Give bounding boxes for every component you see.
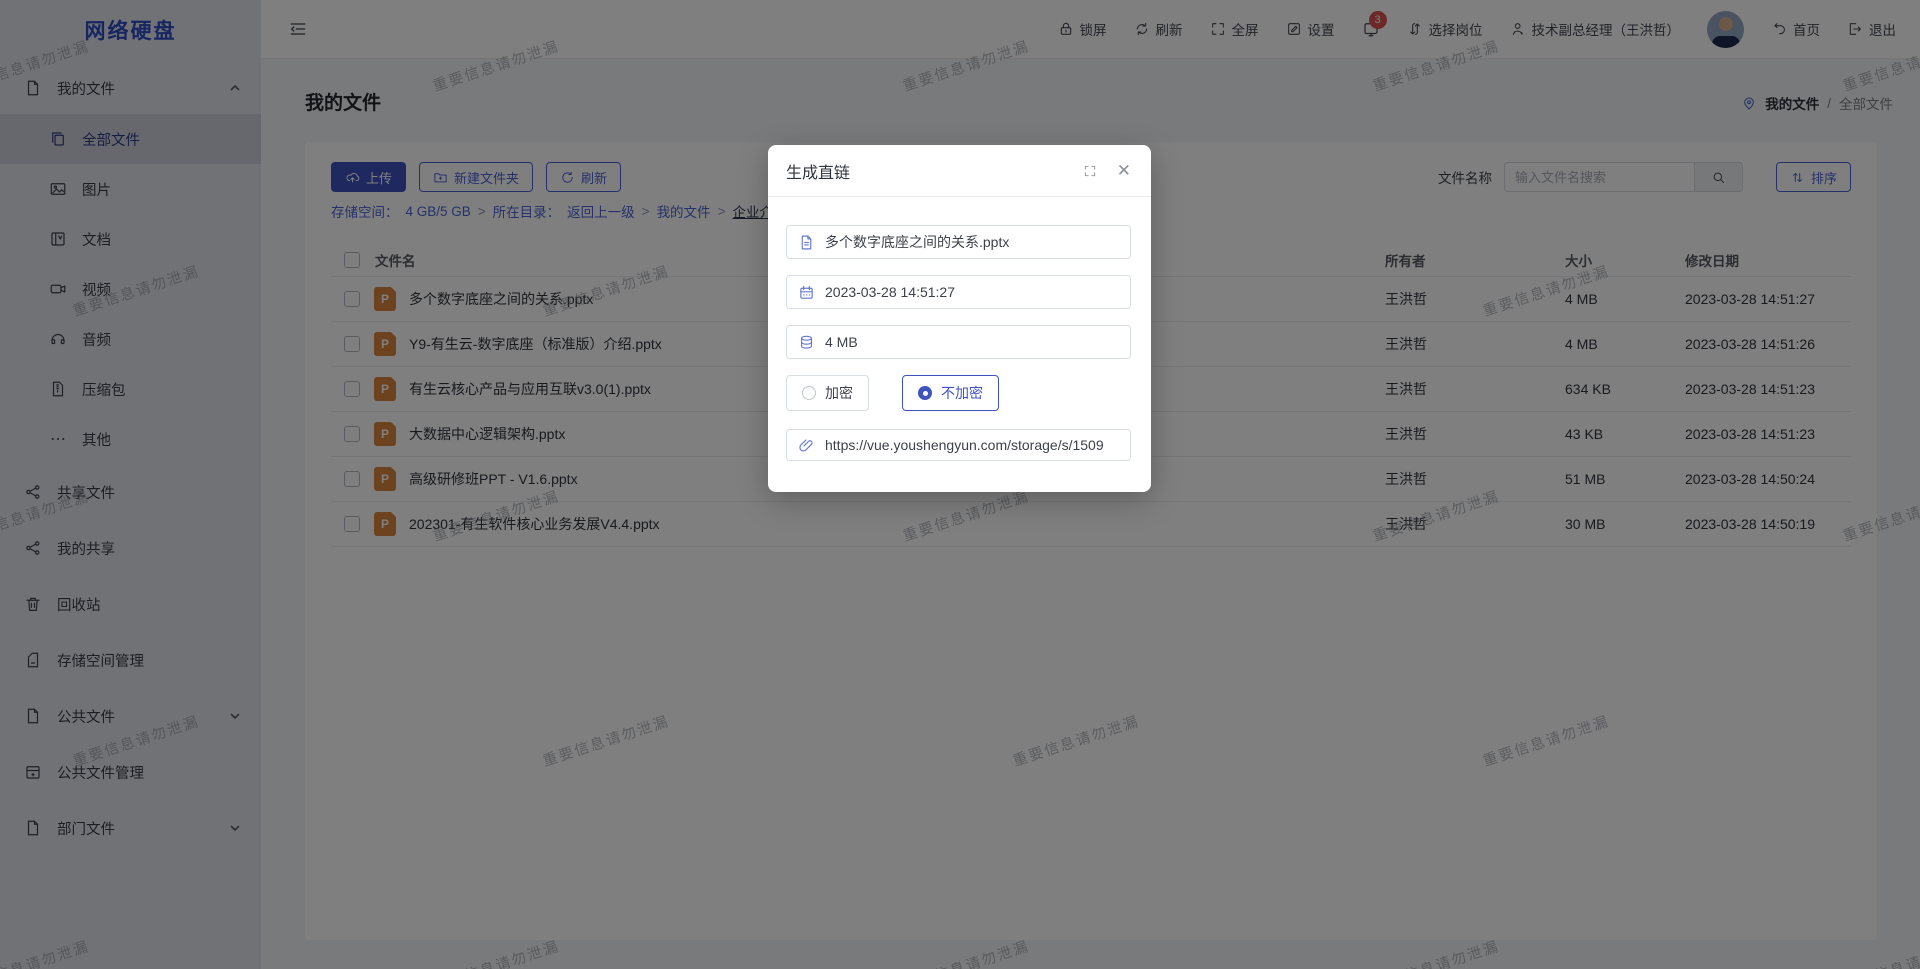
- encryption-options: 加密 不加密: [786, 375, 1131, 411]
- paperclip-icon: [798, 437, 815, 454]
- link-file-size: 4 MB: [825, 334, 858, 350]
- no-encrypt-radio[interactable]: 不加密: [902, 375, 999, 411]
- radio-checked-icon: [918, 386, 932, 400]
- dialog-body: 多个数字底座之间的关系.pptx 2023-03-28 14:51:27 4 M…: [768, 197, 1151, 461]
- database-icon: [798, 334, 815, 351]
- calendar-icon: [798, 284, 815, 301]
- document-icon: [798, 234, 815, 251]
- direct-link-url: https://vue.youshengyun.com/storage/s/15…: [825, 437, 1104, 453]
- link-modified-time: 2023-03-28 14:51:27: [825, 284, 955, 300]
- link-file-size-field: 4 MB: [786, 325, 1131, 359]
- generate-link-dialog: 生成直链 ✕ 多个数字底座之间的关系.pptx 2023-03-28 14:51…: [768, 145, 1151, 492]
- dialog-title: 生成直链: [786, 159, 850, 183]
- radio-unchecked-icon: [802, 386, 816, 400]
- link-file-name-field: 多个数字底座之间的关系.pptx: [786, 225, 1131, 259]
- link-modified-time-field: 2023-03-28 14:51:27: [786, 275, 1131, 309]
- direct-link-field[interactable]: https://vue.youshengyun.com/storage/s/15…: [786, 429, 1131, 461]
- link-file-name: 多个数字底座之间的关系.pptx: [825, 232, 1009, 252]
- dialog-header: 生成直链 ✕: [768, 145, 1151, 197]
- dialog-tools: ✕: [1083, 162, 1131, 179]
- app: 网络硬盘 我的文件 全部文件 图片 文档 视频: [0, 0, 1920, 969]
- maximize-icon[interactable]: [1083, 164, 1097, 178]
- encrypt-radio[interactable]: 加密: [786, 375, 869, 411]
- close-icon[interactable]: ✕: [1117, 162, 1131, 179]
